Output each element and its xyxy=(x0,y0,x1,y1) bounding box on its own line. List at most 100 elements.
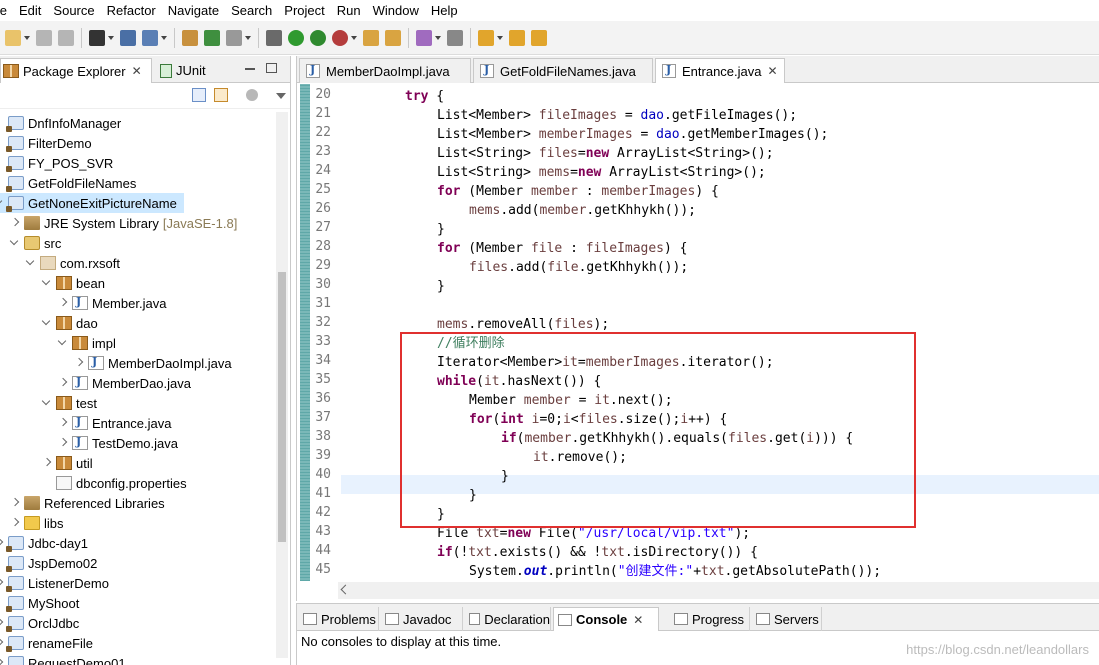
chevron-right-icon[interactable] xyxy=(10,498,20,508)
chevron-down-icon[interactable] xyxy=(351,35,357,40)
chevron-right-icon[interactable] xyxy=(0,658,4,665)
tab-progress[interactable]: Progress xyxy=(670,607,750,631)
tree-item[interactable]: src xyxy=(10,233,61,253)
chevron-right-icon[interactable] xyxy=(10,218,20,228)
debug-icon[interactable] xyxy=(142,29,158,46)
chevron-right-icon[interactable] xyxy=(0,618,4,628)
run-icon[interactable] xyxy=(288,29,304,46)
bug-icon[interactable] xyxy=(266,29,282,46)
pin-editor-icon[interactable] xyxy=(531,29,547,46)
open-folder-icon[interactable] xyxy=(363,29,379,46)
menu-window[interactable]: Window xyxy=(373,0,425,21)
editor-tab-getfoldfilenames[interactable]: GetFoldFileNames.java xyxy=(473,58,653,83)
chevron-down-icon[interactable] xyxy=(58,338,68,348)
chevron-down-icon[interactable] xyxy=(245,35,251,40)
tree-scrollbar[interactable] xyxy=(276,112,288,658)
tree-item[interactable]: Member.java xyxy=(58,293,166,313)
menu-ile[interactable]: ile xyxy=(0,0,13,21)
chevron-down-icon[interactable] xyxy=(42,278,52,288)
profile-icon[interactable] xyxy=(89,29,105,46)
tree-scrollbar-thumb[interactable] xyxy=(278,272,286,542)
chevron-right-icon[interactable] xyxy=(0,538,4,548)
tree-item[interactable]: Referenced Libraries xyxy=(10,493,165,513)
package-icon[interactable] xyxy=(182,29,198,46)
task-icon[interactable] xyxy=(416,29,432,46)
tree-item[interactable]: TestDemo.java xyxy=(58,433,178,453)
tree-item[interactable]: FilterDemo xyxy=(0,133,92,153)
tree-item[interactable]: Entrance.java xyxy=(58,413,172,433)
save-icon[interactable] xyxy=(36,29,52,46)
tree-item[interactable]: MemberDaoImpl.java xyxy=(74,353,232,373)
tree-item[interactable]: libs xyxy=(10,513,64,533)
chevron-down-icon[interactable] xyxy=(42,398,52,408)
editor-tab-memberdaoimpl[interactable]: MemberDaoImpl.java xyxy=(299,58,471,83)
external-tools-icon[interactable] xyxy=(332,29,348,46)
chevron-right-icon[interactable] xyxy=(58,418,68,428)
refresh-icon[interactable] xyxy=(204,29,220,46)
tab-junit[interactable]: JUnit xyxy=(156,58,216,83)
chevron-down-icon[interactable] xyxy=(10,238,20,248)
chevron-down-icon[interactable] xyxy=(0,198,4,208)
tree-item[interactable]: dao xyxy=(42,313,98,333)
tree-item[interactable]: DnfInfoManager xyxy=(0,113,121,133)
chevron-right-icon[interactable] xyxy=(58,438,68,448)
save-all-icon[interactable] xyxy=(58,29,74,46)
tree-item[interactable]: ListenerDemo xyxy=(0,573,109,593)
tree-item[interactable]: MyShoot xyxy=(0,593,79,613)
chevron-right-icon[interactable] xyxy=(10,518,20,528)
menu-help[interactable]: Help xyxy=(431,0,464,21)
tree-item[interactable]: Jdbc-day1 xyxy=(0,533,88,553)
menu-navigate[interactable]: Navigate xyxy=(168,0,225,21)
back-icon[interactable] xyxy=(478,29,494,46)
new-icon[interactable] xyxy=(5,29,21,46)
open-file-icon[interactable] xyxy=(385,29,401,46)
tree-item[interactable]: RequestDemo01 xyxy=(0,653,126,665)
close-icon[interactable]: ✕ xyxy=(633,613,643,627)
chevron-down-icon[interactable] xyxy=(24,35,30,40)
chevron-right-icon[interactable] xyxy=(42,458,52,468)
editor-tab-entrance[interactable]: Entrance.java ✕ xyxy=(655,58,785,83)
focus-task-icon[interactable] xyxy=(246,89,258,101)
tree-item[interactable]: FY_POS_SVR xyxy=(0,153,113,173)
tree-item[interactable]: GetNoneExitPictureName xyxy=(0,193,184,213)
tree-item[interactable]: MemberDao.java xyxy=(58,373,191,393)
menu-source[interactable]: Source xyxy=(53,0,100,21)
coverage-icon[interactable] xyxy=(310,29,326,46)
maximize-icon[interactable] xyxy=(266,63,277,73)
console-icon[interactable] xyxy=(120,29,136,46)
tree-item[interactable]: OrclJdbc xyxy=(0,613,79,633)
editor-horizontal-scrollbar[interactable] xyxy=(338,582,1099,599)
chevron-down-icon[interactable] xyxy=(108,35,114,40)
tab-problems[interactable]: Problems xyxy=(299,607,379,631)
menu-project[interactable]: Project xyxy=(284,0,330,21)
tree-item[interactable]: impl xyxy=(58,333,116,353)
scroll-left-icon[interactable] xyxy=(340,584,351,595)
chevron-down-icon[interactable] xyxy=(435,35,441,40)
forward-icon[interactable] xyxy=(509,29,525,46)
chevron-right-icon[interactable] xyxy=(58,378,68,388)
tree-item[interactable]: bean xyxy=(42,273,105,293)
chevron-right-icon[interactable] xyxy=(0,638,4,648)
minimize-icon[interactable] xyxy=(245,68,255,70)
tab-package-explorer[interactable]: Package Explorer ✕ xyxy=(0,58,152,83)
tab-javadoc[interactable]: Javadoc xyxy=(381,607,463,631)
tab-declaration[interactable]: Declaration xyxy=(465,607,551,631)
tab-servers[interactable]: Servers xyxy=(752,607,822,631)
tree-item[interactable]: GetFoldFileNames xyxy=(0,173,136,193)
chevron-right-icon[interactable] xyxy=(0,578,4,588)
menu-search[interactable]: Search xyxy=(231,0,278,21)
pin-icon[interactable] xyxy=(226,29,242,46)
tree-item[interactable]: JspDemo02 xyxy=(0,553,97,573)
chevron-down-icon[interactable] xyxy=(161,35,167,40)
menu-edit[interactable]: Edit xyxy=(19,0,47,21)
chevron-right-icon[interactable] xyxy=(58,298,68,308)
menu-refactor[interactable]: Refactor xyxy=(107,0,162,21)
tree-item[interactable]: test xyxy=(42,393,97,413)
tree-item[interactable]: renameFile xyxy=(0,633,93,653)
history-icon[interactable] xyxy=(447,29,463,46)
menu-run[interactable]: Run xyxy=(337,0,367,21)
chevron-down-icon[interactable] xyxy=(42,318,52,328)
tab-console[interactable]: Console ✕ xyxy=(553,607,659,631)
chevron-right-icon[interactable] xyxy=(74,358,84,368)
collapse-all-icon[interactable] xyxy=(192,88,206,102)
